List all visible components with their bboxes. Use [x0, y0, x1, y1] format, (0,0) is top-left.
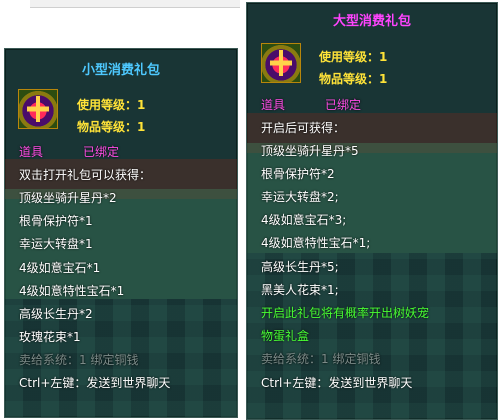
- content-line: 高级长生丹*5;: [261, 260, 339, 274]
- content-line: 顶级坐骑升星丹*2: [19, 191, 117, 205]
- content-line: 开启后可获得：: [261, 121, 346, 135]
- gift-box-icon[interactable]: [18, 89, 58, 129]
- gift-box-icon[interactable]: [261, 43, 301, 83]
- item-title: 大型消费礼包: [332, 14, 411, 29]
- use-level: 使用等级：1: [319, 50, 388, 64]
- bound-status: 已绑定: [83, 145, 120, 159]
- content-line: 根骨保护符*2: [261, 167, 335, 181]
- content-line: 顶级坐骑升星丹*5: [261, 144, 359, 158]
- content-line: 黑美人花束*1;: [261, 283, 339, 297]
- chat-hint: Ctrl+左键：发送到世界聊天: [19, 376, 171, 390]
- content-line: 4级如意宝石*1: [19, 261, 101, 275]
- bound-status: 已绑定: [325, 98, 362, 112]
- content-line: 4级如意宝石*3;: [261, 213, 347, 227]
- item-level: 物品等级：1: [319, 72, 388, 86]
- drop-chance-note: 物蛋礼盒: [261, 329, 310, 343]
- use-level: 使用等级：1: [77, 98, 146, 112]
- tooltip-small-gift-pack: 小型消费礼包 使用等级：1 物品等级：1 道具 已绑定 双击打开礼包可以获得： …: [4, 48, 238, 418]
- sell-price: 卖给系统：1 绑定铜钱: [19, 353, 139, 367]
- content-line: 根骨保护符*1: [19, 214, 93, 228]
- content-line: 高级长生丹*2: [19, 307, 93, 321]
- drop-chance-note: 开启此礼包将有概率开出树妖宠: [261, 306, 430, 320]
- content-line: 玫瑰花束*1: [19, 330, 81, 344]
- content-line: 幸运大转盘*2;: [261, 190, 339, 204]
- item-level: 物品等级：1: [77, 120, 146, 134]
- item-category: 道具: [19, 145, 44, 159]
- sell-price: 卖给系统：1 绑定铜钱: [261, 352, 381, 366]
- tooltip-large-gift-pack: 大型消费礼包 使用等级：1 物品等级：1 道具 已绑定 开启后可获得： 顶级坐骑…: [246, 2, 498, 420]
- content-line: 4级如意特性宝石*1: [19, 284, 125, 298]
- content-line: 4级如意特性宝石*1;: [261, 236, 371, 250]
- item-title: 小型消费礼包: [81, 63, 160, 78]
- content-line: 幸运大转盘*1: [19, 237, 93, 251]
- chat-hint: Ctrl+左键：发送到世界聊天: [261, 376, 413, 390]
- content-line: 双击打开礼包可以获得：: [19, 168, 152, 182]
- background-input-bar: [30, 0, 240, 8]
- item-category: 道具: [261, 98, 286, 112]
